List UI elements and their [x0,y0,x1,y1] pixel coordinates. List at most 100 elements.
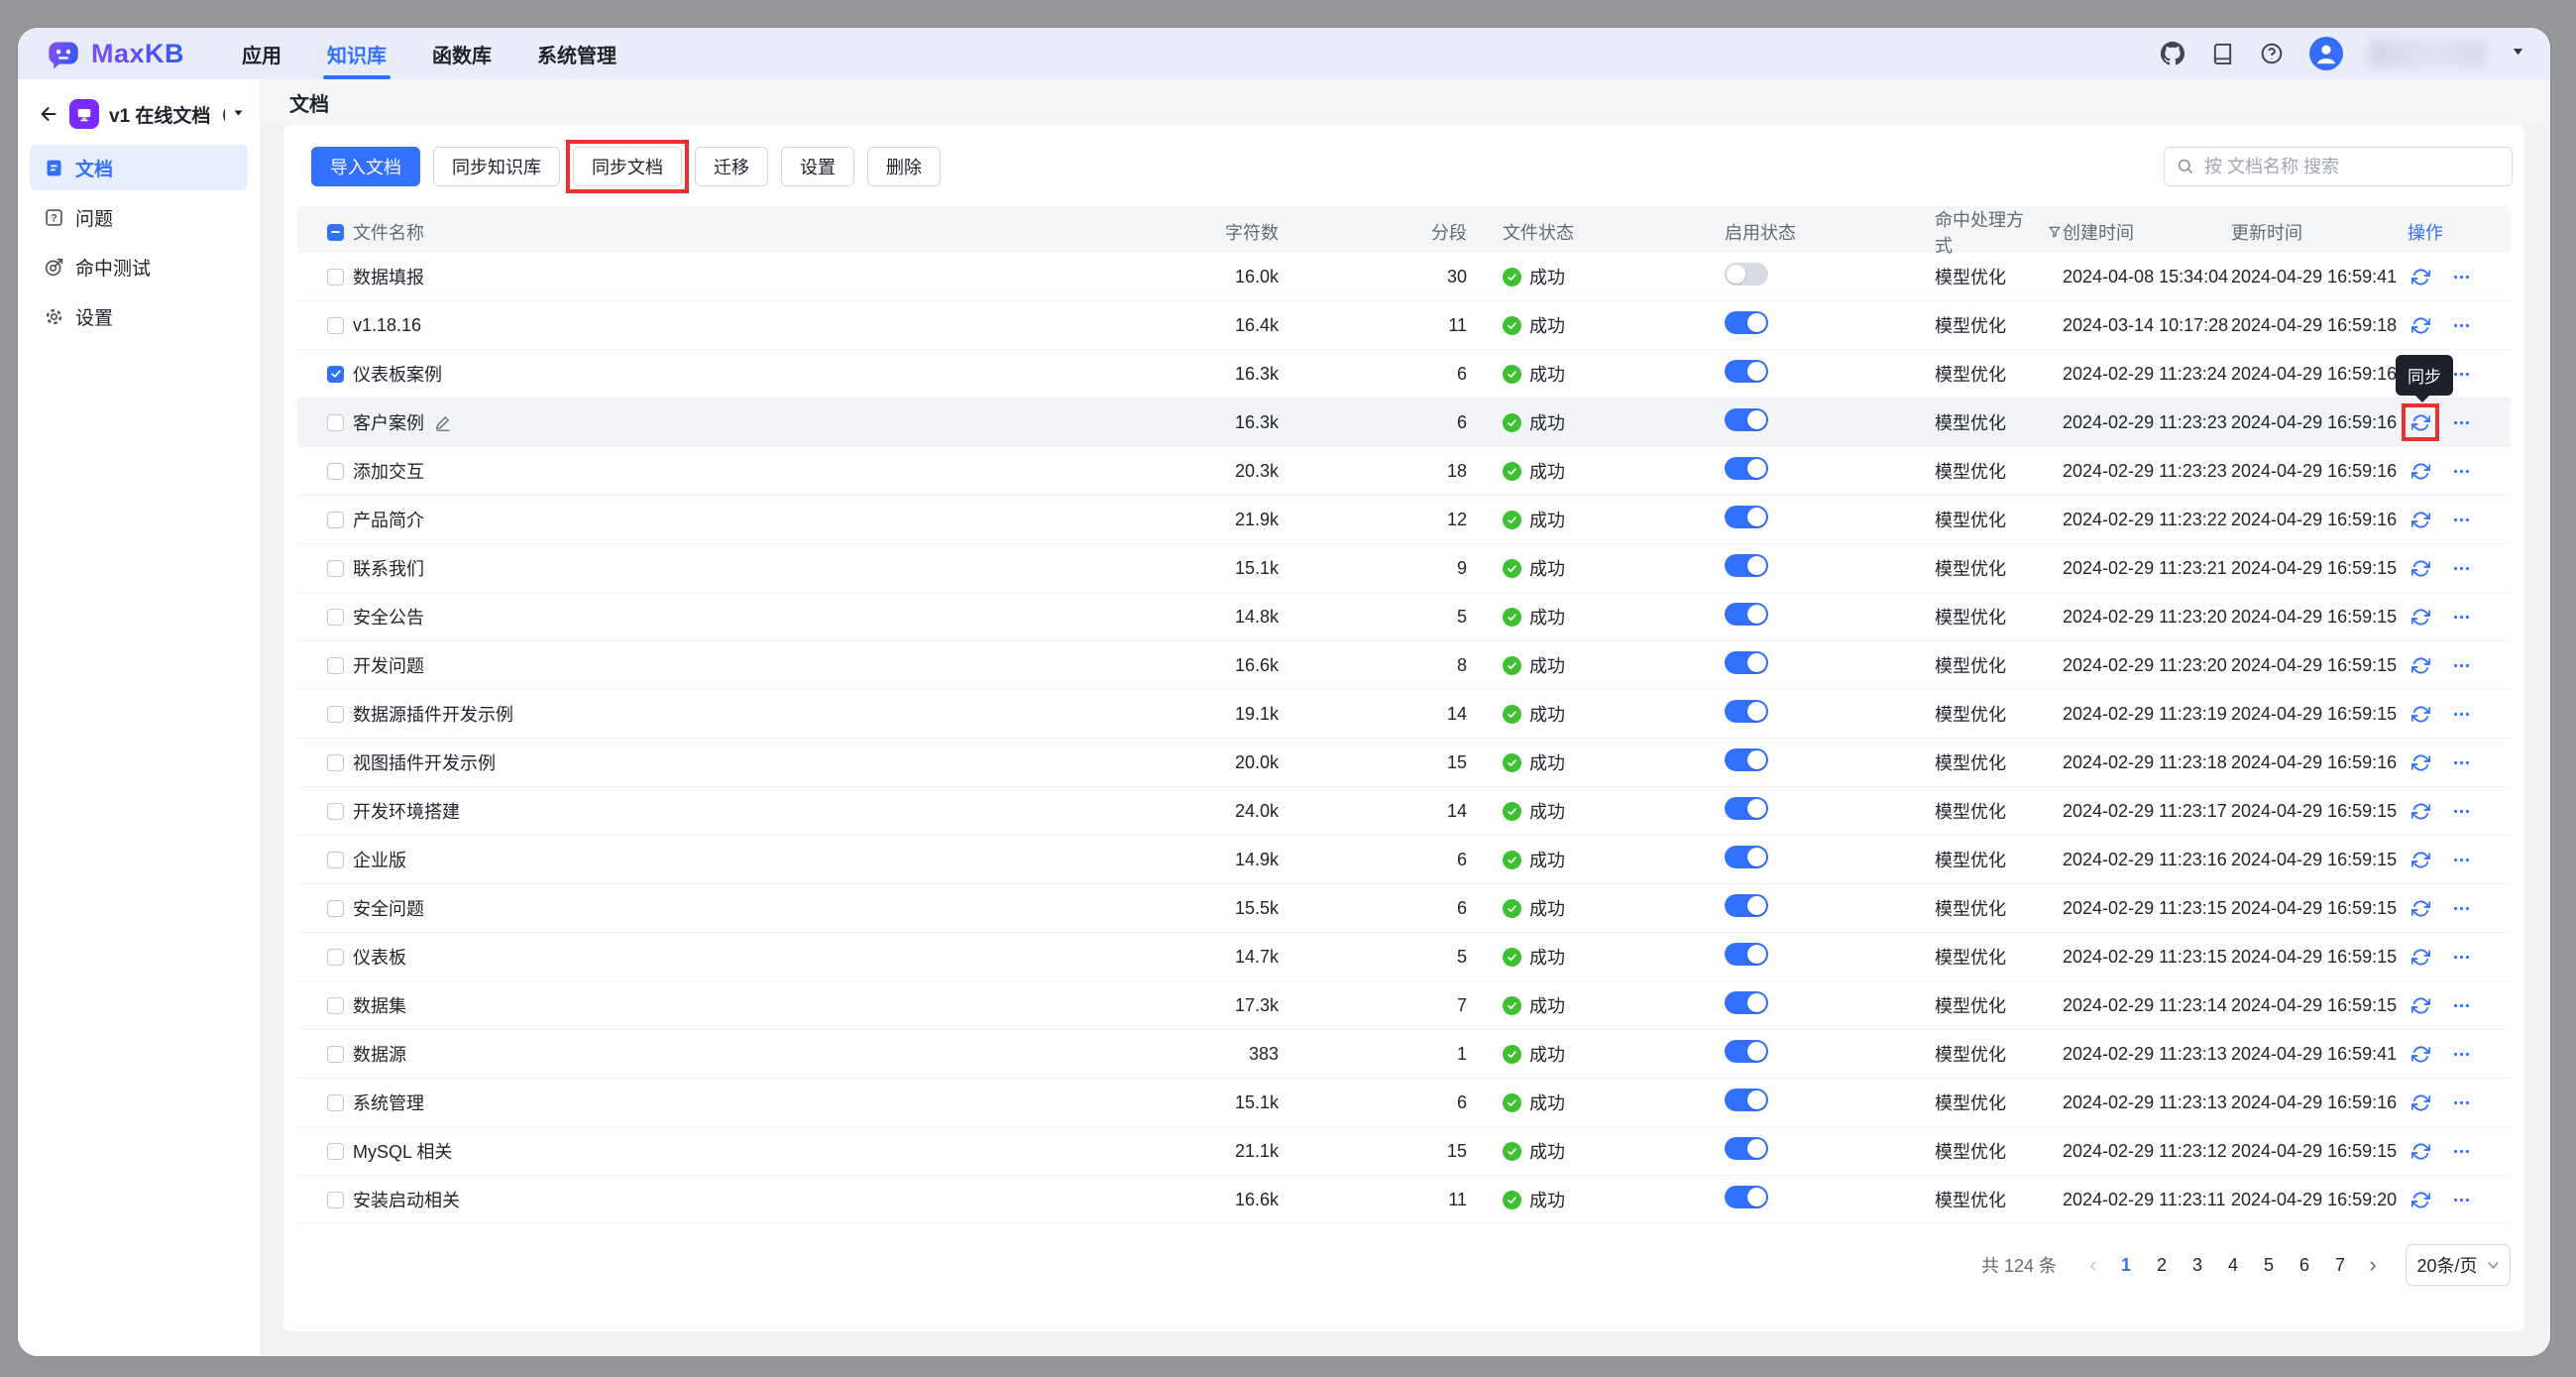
more-actions-icon[interactable] [2448,749,2474,775]
doc-name[interactable]: 安全问题 [353,895,424,921]
prev-page-arrow[interactable]: ‹ [2078,1254,2108,1276]
select-all-checkbox[interactable] [327,224,344,241]
doc-name[interactable]: MySQL 相关 [353,1138,452,1164]
page-number-7[interactable]: 7 [2325,1255,2355,1276]
row-checkbox[interactable] [327,852,344,868]
row-checkbox[interactable] [327,269,344,286]
sync-doc-icon[interactable] [2408,895,2433,921]
doc-name[interactable]: 客户案例 [353,409,424,435]
row-checkbox[interactable] [327,803,344,820]
user-avatar[interactable] [2309,37,2343,70]
more-actions-icon[interactable] [2448,604,2474,630]
more-actions-icon[interactable] [2448,992,2474,1018]
enable-toggle[interactable] [1725,894,1768,917]
doc-name[interactable]: 系统管理 [353,1090,424,1115]
row-checkbox[interactable] [327,754,344,771]
import-doc-button[interactable]: 导入文档 [311,147,420,186]
doc-name[interactable]: 视图插件开发示例 [353,749,496,775]
sync-doc-icon[interactable] [2408,847,2433,872]
page-number-5[interactable]: 5 [2254,1255,2284,1276]
docs-book-icon[interactable] [2210,42,2234,65]
enable-toggle[interactable] [1725,603,1768,626]
enable-toggle[interactable] [1725,748,1768,771]
brand-logo[interactable]: MaxKB [46,28,184,79]
doc-name[interactable]: 产品简介 [353,507,424,532]
enable-toggle[interactable] [1725,311,1768,334]
sync-doc-icon[interactable] [2408,1138,2433,1164]
enable-toggle[interactable] [1725,991,1768,1014]
enable-toggle[interactable] [1725,797,1768,820]
more-actions-icon[interactable] [2448,652,2474,678]
sync-doc-icon[interactable] [2408,264,2433,289]
sync-doc-icon[interactable] [2408,749,2433,775]
enable-toggle[interactable] [1725,263,1768,286]
enable-toggle[interactable] [1725,1040,1768,1063]
back-arrow-icon[interactable] [38,103,59,125]
doc-name[interactable]: 开发问题 [353,652,424,678]
rename-pencil-icon[interactable] [434,413,452,431]
doc-name[interactable]: 开发环境搭建 [353,798,460,824]
doc-name[interactable]: 仪表板案例 [353,361,442,387]
more-actions-icon[interactable] [2448,555,2474,581]
toolbar-button-删除[interactable]: 删除 [867,147,941,186]
filter-icon[interactable] [2047,224,2063,240]
sync-doc-icon[interactable] [2408,1187,2433,1212]
row-checkbox[interactable] [327,366,344,383]
toolbar-button-同步文档[interactable]: 同步文档 [573,147,682,186]
sync-doc-icon[interactable] [2408,798,2433,824]
doc-name[interactable]: 企业版 [353,847,406,872]
enable-toggle[interactable] [1725,846,1768,868]
more-actions-icon[interactable] [2448,507,2474,532]
sync-doc-icon[interactable] [2408,1090,2433,1115]
nav-item-知识库[interactable]: 知识库 [327,28,387,79]
row-checkbox[interactable] [327,463,344,480]
kb-caret-icon[interactable] [233,105,244,123]
doc-name[interactable]: 数据填报 [353,264,424,289]
next-page-arrow[interactable]: › [2358,1254,2388,1276]
row-checkbox[interactable] [327,706,344,723]
doc-name[interactable]: 联系我们 [353,555,424,581]
more-actions-icon[interactable] [2448,1187,2474,1212]
sync-doc-icon[interactable] [2408,944,2433,970]
nav-item-函数库[interactable]: 函数库 [432,28,492,79]
sync-doc-icon[interactable] [2408,312,2433,338]
enable-toggle[interactable] [1725,1137,1768,1160]
doc-name[interactable]: 数据集 [353,992,406,1018]
sync-doc-icon[interactable] [2408,992,2433,1018]
sync-doc-icon[interactable] [2408,1041,2433,1067]
row-checkbox[interactable] [327,1094,344,1111]
row-checkbox[interactable] [327,1143,344,1160]
enable-toggle[interactable] [1725,700,1768,723]
doc-name[interactable]: 数据源插件开发示例 [353,701,513,727]
sync-doc-icon[interactable] [2408,604,2433,630]
doc-name[interactable]: 数据源 [353,1041,406,1067]
page-number-3[interactable]: 3 [2183,1255,2212,1276]
enable-toggle[interactable] [1725,1186,1768,1208]
more-actions-icon[interactable] [2448,798,2474,824]
toolbar-button-同步知识库[interactable]: 同步知识库 [433,147,560,186]
row-checkbox[interactable] [327,317,344,334]
doc-name[interactable]: 添加交互 [353,458,424,484]
more-actions-icon[interactable] [2448,458,2474,484]
row-checkbox[interactable] [327,609,344,626]
more-actions-icon[interactable] [2448,409,2474,435]
sync-doc-icon[interactable] [2408,458,2433,484]
nav-item-系统管理[interactable]: 系统管理 [537,28,616,79]
enable-toggle[interactable] [1725,943,1768,966]
page-number-2[interactable]: 2 [2147,1255,2177,1276]
sync-doc-icon[interactable] [2408,701,2433,727]
page-number-4[interactable]: 4 [2218,1255,2248,1276]
doc-name[interactable]: 安装启动相关 [353,1187,460,1212]
more-actions-icon[interactable] [2448,1090,2474,1115]
row-checkbox[interactable] [327,657,344,674]
sync-doc-icon[interactable] [2408,409,2433,435]
row-checkbox[interactable] [327,512,344,528]
sync-doc-icon[interactable] [2408,555,2433,581]
doc-name[interactable]: 仪表板 [353,944,406,970]
enable-toggle[interactable] [1725,360,1768,383]
row-checkbox[interactable] [327,900,344,917]
more-actions-icon[interactable] [2448,1138,2474,1164]
github-icon[interactable] [2161,42,2184,65]
sidebar-item-命中测试[interactable]: 命中测试 [30,244,248,289]
row-checkbox[interactable] [327,949,344,966]
